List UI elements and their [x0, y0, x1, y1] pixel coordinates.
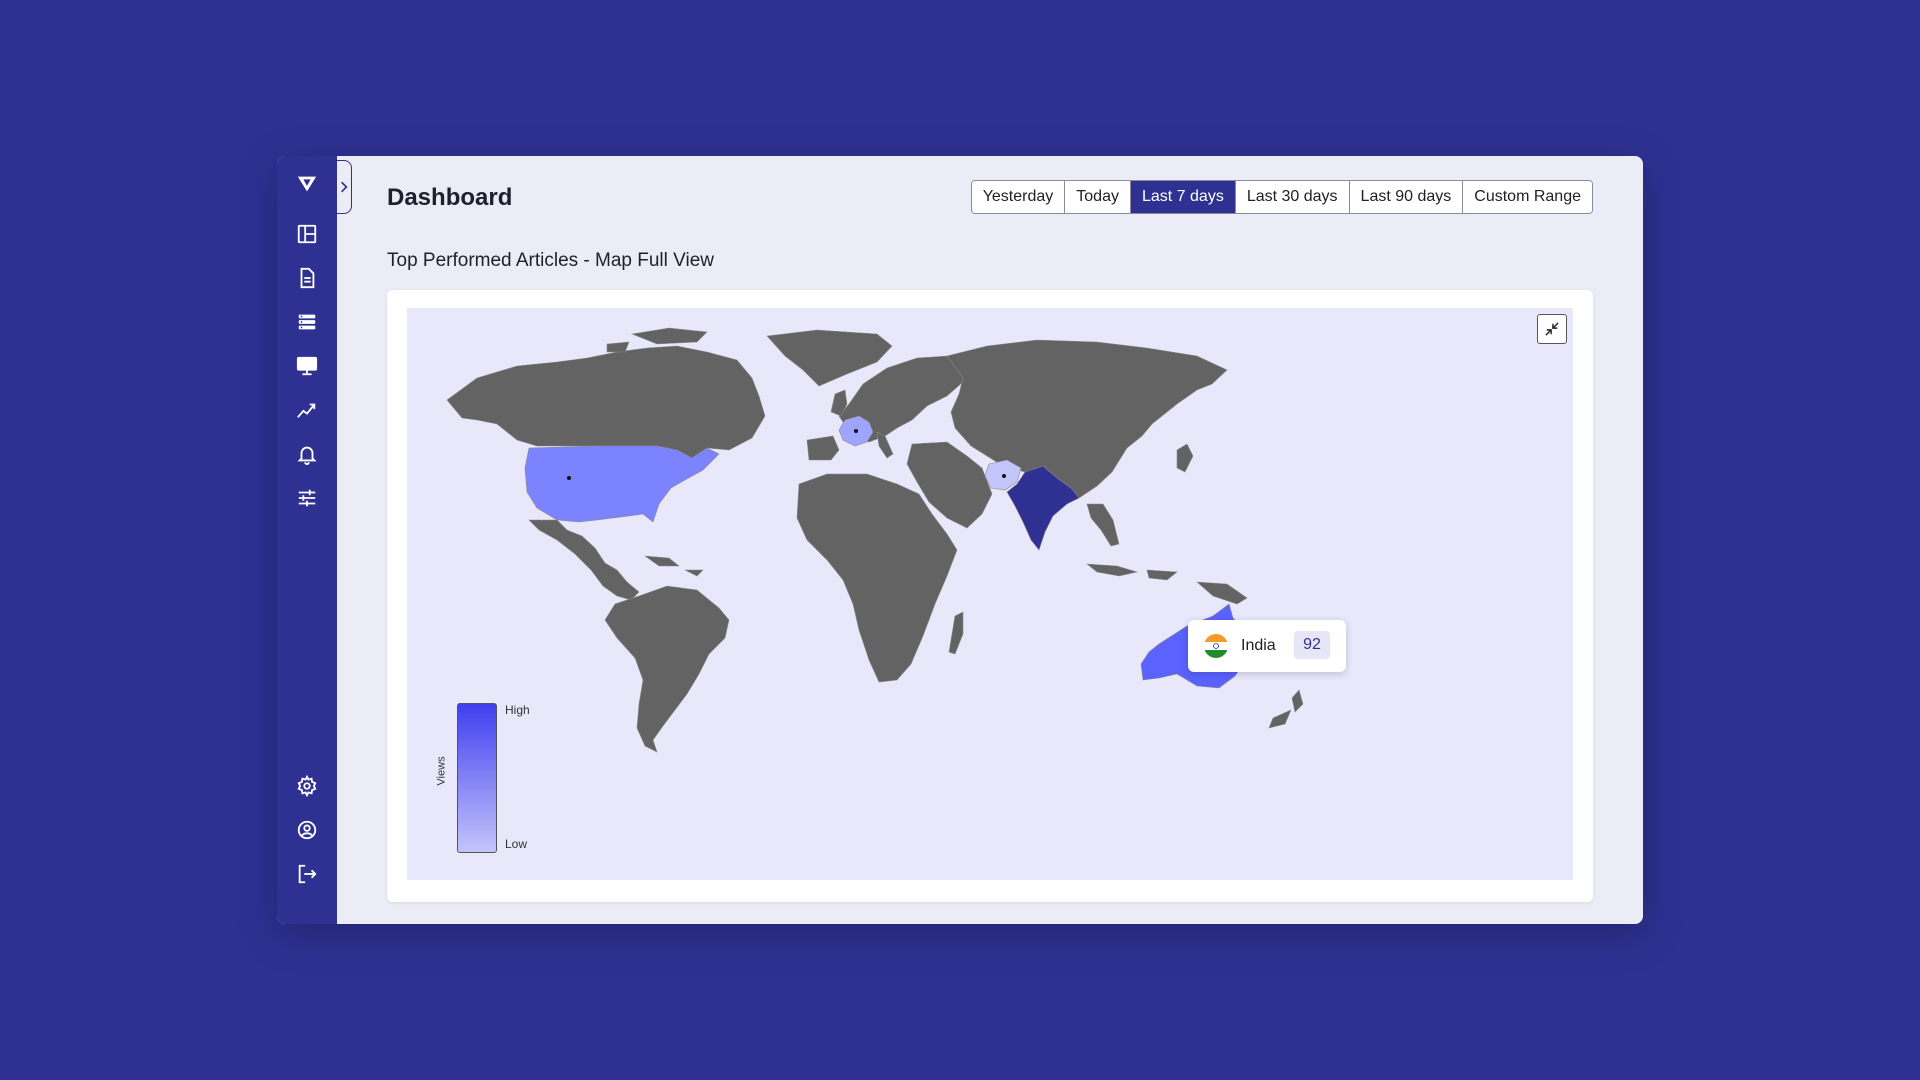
indonesia: [1086, 563, 1139, 577]
list-icon[interactable]: [295, 310, 319, 334]
southeast-asia: [1086, 503, 1120, 547]
analytics-icon[interactable]: [295, 398, 319, 422]
sidebar-toggle-button[interactable]: [337, 160, 352, 214]
world-map-svg: [446, 327, 1304, 753]
range-custom-button[interactable]: Custom Range: [1463, 181, 1592, 213]
logo-icon[interactable]: [295, 172, 319, 196]
arctic-island: [630, 327, 708, 345]
chevron-right-icon: [341, 181, 348, 193]
country-tooltip: India 92: [1188, 620, 1346, 672]
gear-icon[interactable]: [295, 774, 319, 798]
range-today-button[interactable]: Today: [1065, 181, 1131, 213]
marker-afghanistan: [1002, 474, 1006, 478]
country-mexico: [528, 519, 640, 601]
country-italy: [876, 431, 894, 459]
marker-france: [854, 429, 858, 433]
country-canada: [446, 345, 766, 459]
country-japan: [1176, 443, 1194, 473]
south-america: [604, 585, 730, 753]
country-spain: [806, 435, 840, 461]
map-card: Views High Low India 92: [387, 290, 1593, 902]
tooltip-country-name: India: [1241, 637, 1276, 654]
dashboard-icon[interactable]: [295, 222, 319, 246]
exit-fullscreen-button[interactable]: [1537, 314, 1567, 344]
range-last-30-days-button[interactable]: Last 30 days: [1235, 181, 1350, 213]
legend-gradient-bar: [457, 703, 497, 853]
dashboard-window: Dashboard Yesterday Today Last 7 days La…: [277, 156, 1643, 924]
range-last-7-days-button[interactable]: Last 7 days: [1130, 181, 1236, 213]
document-icon[interactable]: [295, 266, 319, 290]
color-legend: Views High Low: [435, 703, 557, 863]
legend-title: Views: [435, 756, 448, 786]
collapse-icon: [1545, 322, 1559, 336]
caribbean: [684, 569, 704, 577]
legend-high-label: High: [505, 703, 530, 717]
logout-icon[interactable]: [295, 862, 319, 886]
sidebar: [277, 156, 337, 924]
section-title: Top Performed Articles - Map Full View: [387, 250, 714, 271]
arctic-island: [606, 341, 630, 353]
page-title: Dashboard: [387, 184, 513, 211]
country-papua-new-guinea: [1196, 581, 1248, 605]
monitor-icon[interactable]: [295, 354, 319, 378]
country-new-zealand: [1268, 709, 1292, 729]
country-new-zealand: [1291, 689, 1304, 713]
caribbean: [643, 555, 680, 567]
marker-united-states: [567, 476, 571, 480]
bell-icon[interactable]: [295, 442, 319, 466]
indonesia: [1146, 569, 1178, 581]
world-map[interactable]: Views High Low India 92: [407, 308, 1573, 880]
sliders-icon[interactable]: [295, 486, 319, 510]
country-madagascar: [948, 611, 964, 655]
country-united-states: [524, 445, 720, 523]
india-flag-icon: [1204, 634, 1228, 658]
range-yesterday-button[interactable]: Yesterday: [971, 181, 1066, 213]
tooltip-value-badge: 92: [1294, 631, 1330, 659]
date-range-selector: Yesterday Today Last 7 days Last 30 days…: [970, 180, 1593, 214]
range-last-90-days-button[interactable]: Last 90 days: [1349, 181, 1464, 213]
user-icon[interactable]: [295, 818, 319, 842]
legend-low-label: Low: [505, 837, 528, 851]
